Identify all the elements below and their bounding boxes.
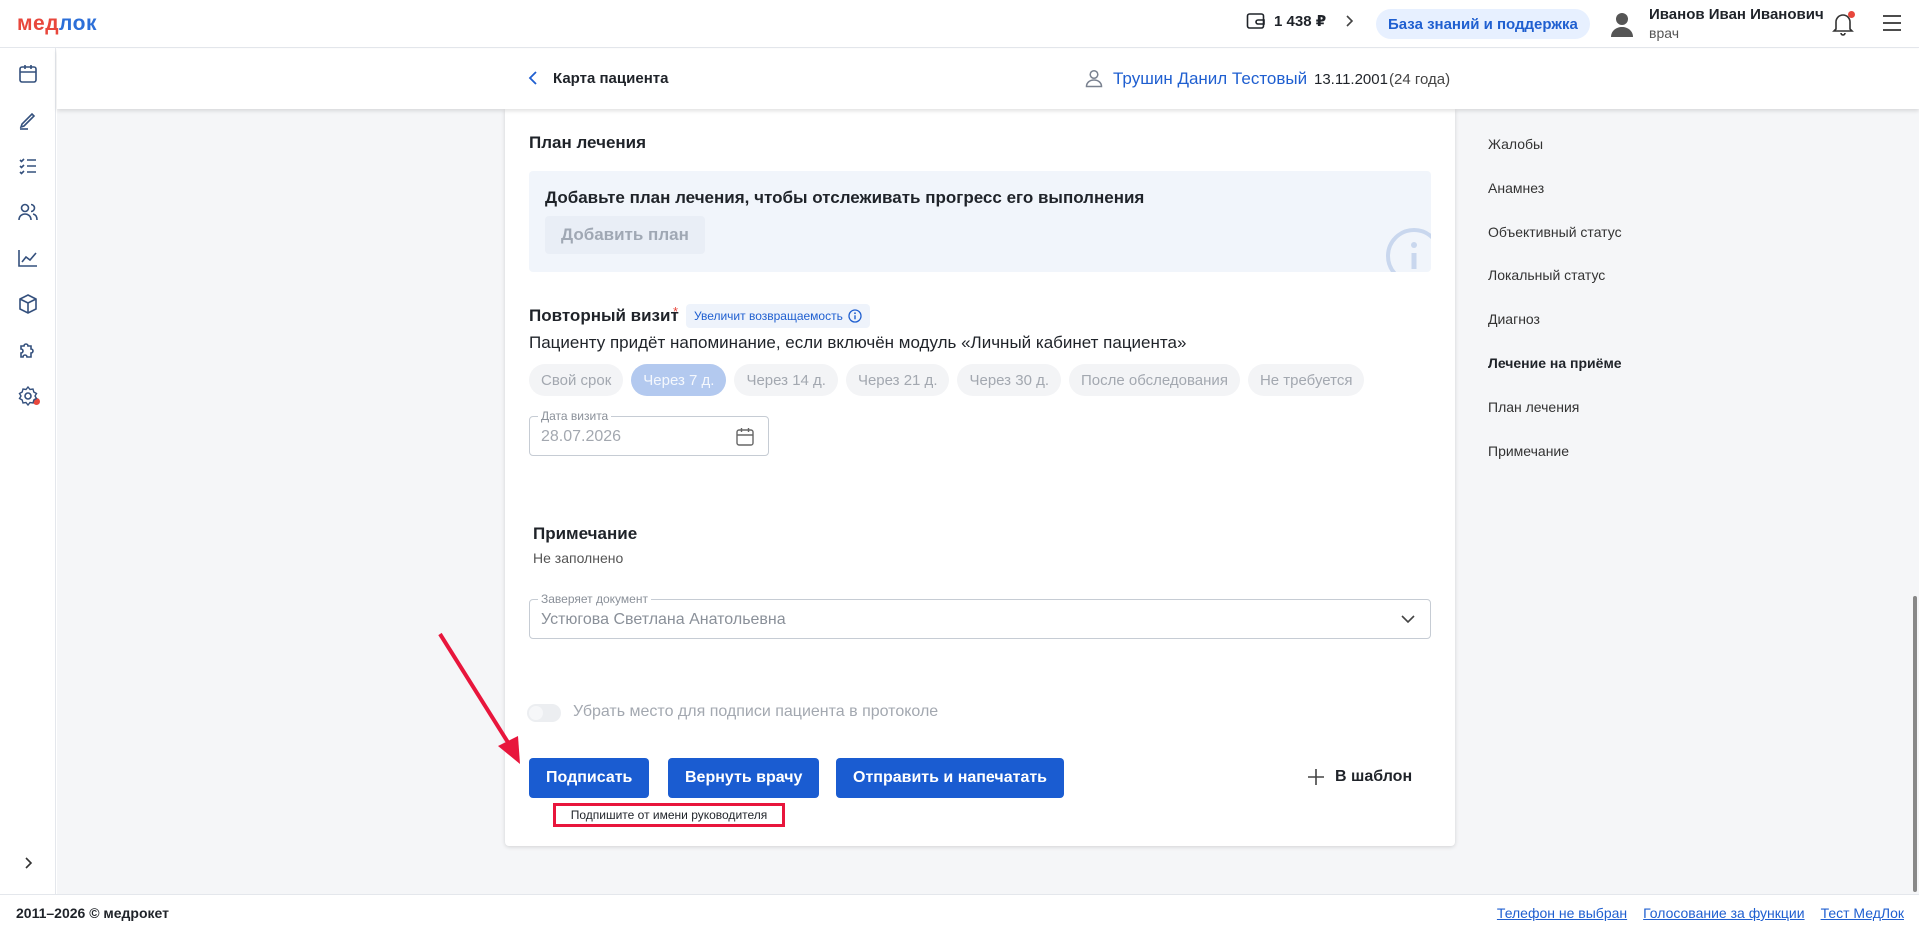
balance-value: 1 438 ₽ [1274,13,1327,30]
notification-dot [1848,11,1855,18]
nav-diagnosis[interactable]: Диагноз [1488,311,1540,327]
footer-link-test[interactable]: Тест МедЛок [1821,905,1904,921]
chip-after-exam[interactable]: После обследования [1069,364,1240,396]
calendar-icon[interactable] [734,426,756,448]
visit-date-value: 28.07.2026 [541,428,622,445]
footer-link-voting[interactable]: Голосование за функции [1643,905,1804,921]
checklist-icon[interactable] [16,154,40,178]
user-name: Иванов Иван Иванович [1649,6,1824,23]
calendar-icon[interactable] [16,62,40,86]
return-to-doctor-button[interactable]: Вернуть врачу [668,758,820,798]
footer: 2011–2026 © медрокет Телефон не выбран Г… [0,894,1919,930]
chip-30-days[interactable]: Через 30 д. [957,364,1061,396]
required-mark: * [673,304,679,319]
top-bar: медлок 1 438 ₽ База знаний и поддержка И… [0,0,1919,48]
chevron-right-icon [1346,15,1354,27]
nav-complaints[interactable]: Жалобы [1488,136,1543,152]
certifier-value: Устюгова Светлана Анатольевна [541,611,786,628]
user-avatar-icon[interactable] [1608,10,1636,38]
page-title[interactable]: Карта пациента [553,70,668,87]
sign-hint: Подпишите от имени руководителя [553,803,785,827]
sign-button[interactable]: Подписать [529,758,650,798]
pen-icon[interactable] [16,108,40,132]
user-info[interactable]: Иванов Иван Иванович врач [1649,6,1824,42]
revisit-note: Пациенту придёт напоминание, если включё… [529,333,1187,352]
box-icon[interactable] [16,292,40,316]
users-icon[interactable] [16,200,40,224]
settings-icon[interactable] [16,384,40,408]
info-icon [848,309,862,323]
puzzle-icon[interactable] [16,338,40,362]
balance[interactable]: 1 438 ₽ [1246,12,1358,30]
patient-signature-toggle[interactable] [527,704,561,722]
note-title: Примечание [533,524,638,543]
copyright: 2011–2026 © медрокет [16,905,169,921]
logo-part-2: лок [59,12,97,35]
chip-7-days[interactable]: Через 7 д. [631,364,727,396]
visit-date-field[interactable]: Дата визита 28.07.2026 [529,409,769,456]
chevron-down-icon [1401,615,1415,624]
logo[interactable]: медлок [17,12,97,36]
certifier-label: Заверяет документ [538,592,651,606]
footer-link-phone[interactable]: Телефон не выбран [1497,905,1627,921]
revisit-chips: Свой срок Через 7 д. Через 14 д. Через 2… [529,364,1365,396]
chip-14-days[interactable]: Через 14 д. [734,364,838,396]
wallet-icon [1246,13,1265,29]
nav-treatment-plan[interactable]: План лечения [1488,399,1579,415]
treatment-plan-title: План лечения [529,133,647,152]
treatment-plan-empty-box: Добавьте план лечения, чтобы отслеживать… [529,171,1431,272]
logo-part-1: мед [17,12,60,35]
menu-icon[interactable] [1882,14,1902,32]
patient-dob: 13.11.2001 [1314,71,1388,88]
scrollbar[interactable] [1913,596,1917,892]
toggle-knob [529,706,543,720]
revisit-badge-label: Увеличит возвращаемость [694,309,843,323]
patient-signature-toggle-label: Убрать место для подписи пациента в прот… [573,703,939,720]
chip-not-required[interactable]: Не требуется [1247,364,1365,396]
revisit-badge[interactable]: Увеличит возвращаемость [686,304,870,328]
certifier-select[interactable]: Заверяет документ Устюгова Светлана Анат… [529,592,1431,639]
chip-21-days[interactable]: Через 21 д. [845,364,950,396]
add-plan-button[interactable]: Добавить план [545,216,705,254]
plus-icon [1308,769,1324,785]
nav-objective-status[interactable]: Объективный статус [1488,224,1622,240]
person-icon [1085,69,1103,88]
nav-local-status[interactable]: Локальный статус [1488,267,1605,283]
save-template-button[interactable]: В шаблон [1307,768,1412,786]
patient-name-link[interactable]: Трушин Данил Тестовый [1113,69,1307,89]
info-icon [1386,228,1431,272]
save-template-label: В шаблон [1335,768,1413,785]
chevron-left-icon[interactable] [527,69,541,87]
visit-date-label: Дата визита [538,409,612,423]
expand-icon[interactable] [16,851,40,875]
chart-icon[interactable] [16,246,40,270]
patient-card-header: Карта пациента Трушин Данил Тестовый 13.… [57,49,1919,109]
treatment-plan-prompt: Добавьте план лечения, чтобы отслеживать… [545,188,1145,207]
patient-age: (24 года) [1389,71,1451,88]
annotation-arrow [438,632,520,764]
nav-anamnesis[interactable]: Анамнез [1488,180,1544,196]
nav-treatment[interactable]: Лечение на приёме [1488,355,1622,371]
revisit-title: Повторный визит [529,306,679,325]
footer-links: Телефон не выбран Голосование за функции… [1497,905,1904,921]
nav-note[interactable]: Примечание [1488,443,1569,459]
note-value[interactable]: Не заполнено [533,550,623,566]
chip-custom[interactable]: Свой срок [529,364,624,396]
user-role: врач [1649,25,1679,41]
knowledge-base-button[interactable]: База знаний и поддержка [1376,9,1590,39]
send-and-print-button[interactable]: Отправить и напечатать [836,758,1065,798]
sidebar [0,48,56,894]
